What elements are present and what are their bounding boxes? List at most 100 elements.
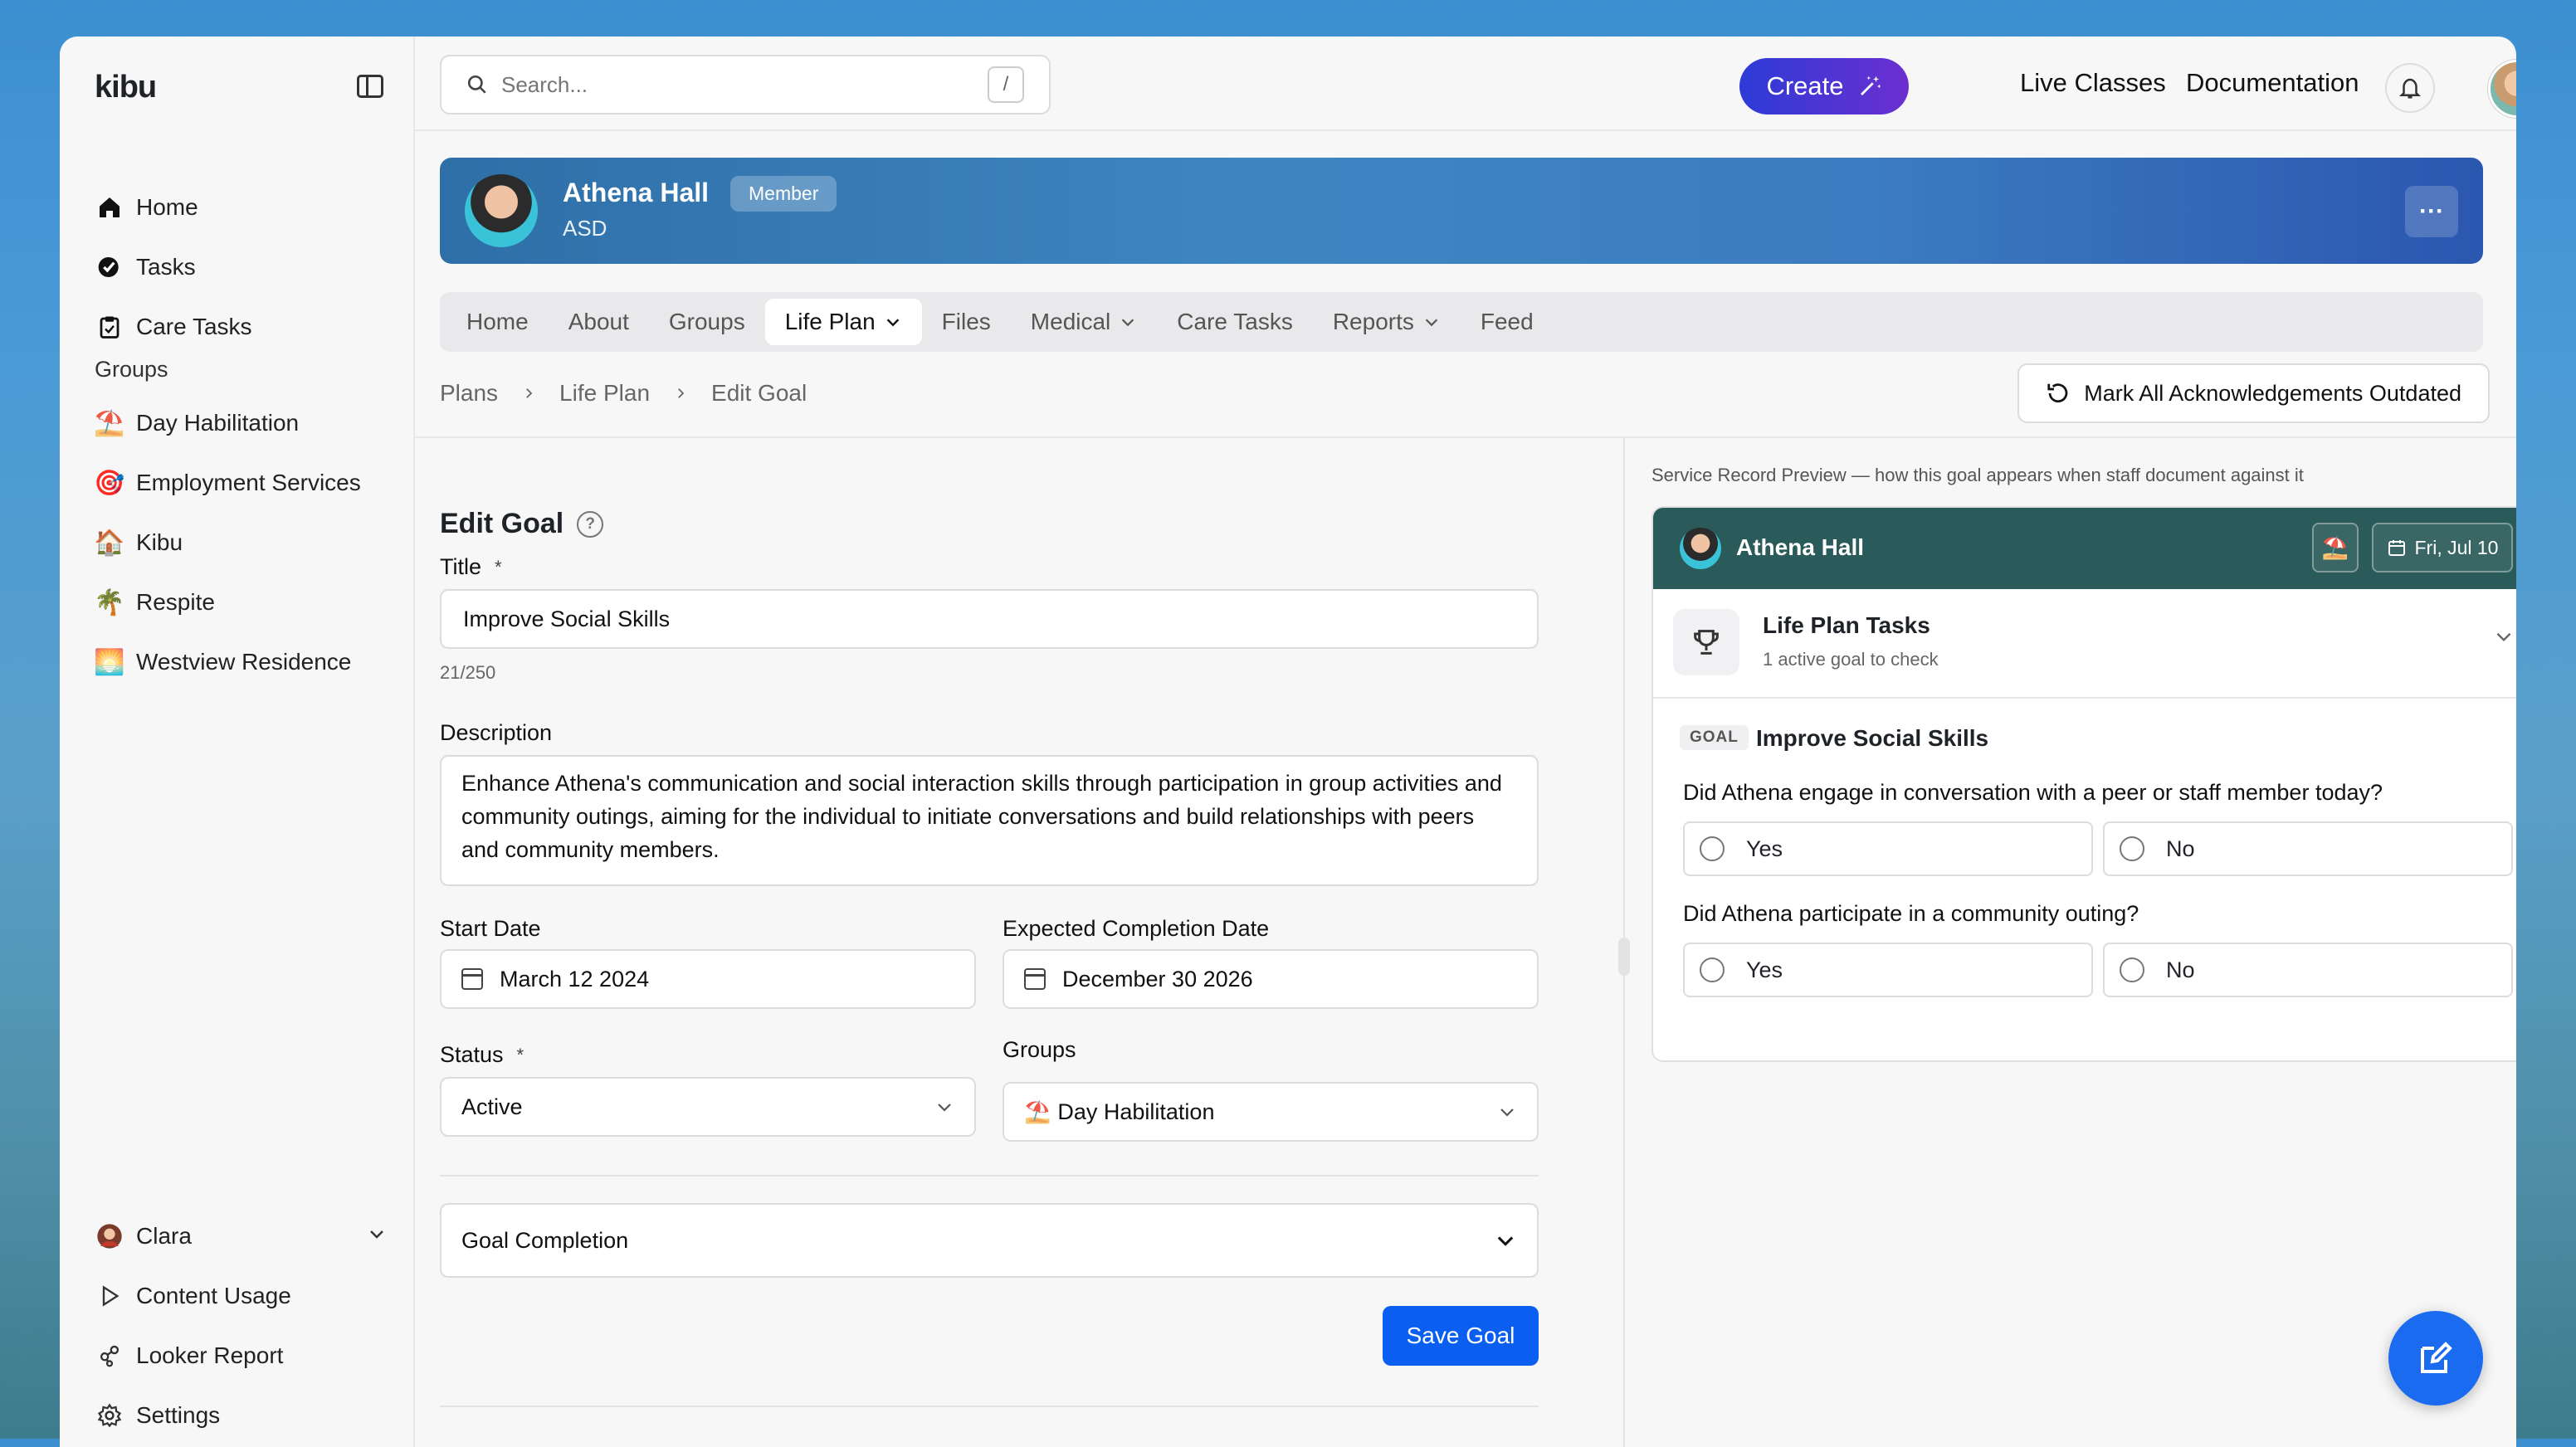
question-text: Did Athena engage in conversation with a… xyxy=(1683,780,2383,805)
title-field[interactable] xyxy=(440,589,1539,649)
tab-about[interactable]: About xyxy=(549,299,649,345)
start-date-picker[interactable]: March 12 2024 xyxy=(440,949,976,1009)
preview-caption: Service Record Preview — how this goal a… xyxy=(1651,465,2304,485)
divider xyxy=(440,1175,1539,1177)
chevron-down-icon xyxy=(367,1224,387,1250)
start-date-value: March 12 2024 xyxy=(500,966,650,991)
top-bar: / Create Live Classes Documentation xyxy=(413,37,2516,131)
profile-avatar[interactable] xyxy=(2488,60,2516,118)
save-goal-button[interactable]: Save Goal xyxy=(1383,1306,1539,1366)
section-subtitle: 1 active goal to check xyxy=(1763,649,1939,670)
groups-select[interactable]: ⛱️ Day Habilitation xyxy=(1003,1082,1539,1142)
answer-no-option[interactable]: No xyxy=(2103,943,2513,997)
sidebar-item-home[interactable]: Home xyxy=(95,184,198,231)
user-name: Clara xyxy=(136,1223,192,1249)
tab-label: Home xyxy=(466,309,529,334)
notifications-button[interactable] xyxy=(2385,63,2435,113)
sidebar-item-looker-report[interactable]: Looker Report xyxy=(95,1333,283,1379)
search-input[interactable] xyxy=(500,71,988,99)
clipboard-icon xyxy=(95,312,124,342)
completion-date-picker[interactable]: December 30 2026 xyxy=(1003,949,1539,1009)
description-field[interactable]: Enhance Athena's communication and socia… xyxy=(440,755,1539,886)
play-icon xyxy=(95,1281,124,1311)
description-textarea[interactable]: Enhance Athena's communication and socia… xyxy=(461,757,1517,884)
tasks-icon xyxy=(95,252,124,282)
sidebar-item-settings[interactable]: Settings xyxy=(95,1392,220,1439)
life-plan-tasks-section[interactable]: Life Plan Tasks 1 active goal to check xyxy=(1653,589,2516,699)
sidebar-item-label: Settings xyxy=(136,1402,221,1428)
sidebar-item-label: Looker Report xyxy=(136,1342,284,1368)
tab-files[interactable]: Files xyxy=(922,299,1011,345)
breadcrumb-life-plan[interactable]: Life Plan xyxy=(559,380,650,407)
main-content: / Create Live Classes Documentation Athe… xyxy=(413,37,2516,1447)
preview-date: Fri, Jul 10 xyxy=(2414,536,2499,558)
tab-reports[interactable]: Reports xyxy=(1313,299,1461,345)
umbrella-beach-icon: ⛱️ xyxy=(94,409,125,437)
preview-member-name: Athena Hall xyxy=(1736,534,1865,560)
documentation-link[interactable]: Documentation xyxy=(2186,68,2359,98)
status-value: Active xyxy=(461,1094,523,1119)
create-button[interactable]: Create xyxy=(1739,58,1909,114)
answer-yes-option[interactable]: Yes xyxy=(1683,821,2093,876)
sidebar-group-day-habilitation[interactable]: ⛱️ Day Habilitation xyxy=(94,400,299,446)
form-title-text: Edit Goal xyxy=(440,508,564,539)
title-char-counter: 21/250 xyxy=(440,662,496,683)
sidebar-item-label: Content Usage xyxy=(136,1283,291,1308)
tab-life-plan[interactable]: Life Plan xyxy=(764,299,922,345)
user-menu-clara[interactable]: Clara xyxy=(95,1213,387,1259)
sidebar-group-kibu[interactable]: 🏠 Kibu xyxy=(94,519,183,566)
goal-completion-accordion[interactable]: Goal Completion xyxy=(440,1203,1539,1278)
group-chip: ⛱️ xyxy=(2312,523,2359,572)
sidebar: kibu Home Tasks Care Tasks Groups ⛱️ Day… xyxy=(60,37,415,1447)
help-icon[interactable]: ? xyxy=(577,510,604,538)
status-label-text: Status xyxy=(440,1042,504,1067)
tab-groups[interactable]: Groups xyxy=(649,299,765,345)
profile-banner: Athena Hall Member ASD ··· xyxy=(440,158,2483,264)
goal-tag: GOAL xyxy=(1680,725,1749,750)
sidebar-group-employment-services[interactable]: 🎯 Employment Services xyxy=(94,460,361,506)
tab-medical[interactable]: Medical xyxy=(1011,299,1157,345)
mark-acknowledgements-outdated-button[interactable]: Mark All Acknowledgements Outdated xyxy=(2017,363,2490,423)
tab-label: Files xyxy=(941,309,991,334)
groups-section-label: Groups xyxy=(95,357,168,382)
tab-feed[interactable]: Feed xyxy=(1461,299,1554,345)
tab-care-tasks[interactable]: Care Tasks xyxy=(1157,299,1313,345)
live-classes-link[interactable]: Live Classes xyxy=(2020,68,2166,98)
sidebar-item-care-tasks[interactable]: Care Tasks xyxy=(95,304,252,350)
sidebar-item-label: Care Tasks xyxy=(136,314,252,339)
title-input[interactable] xyxy=(461,605,1517,633)
status-select[interactable]: Active xyxy=(440,1077,976,1137)
member-avatar xyxy=(1680,528,1721,569)
radio-button[interactable] xyxy=(2120,957,2144,982)
target-icon: 🎯 xyxy=(94,469,125,497)
profile-tabs: Home About Groups Life Plan Files Medica… xyxy=(440,292,2483,352)
edit-goal-form: Edit Goal ? Title * 21/250 Description E… xyxy=(440,438,1539,1447)
answer-yes-option[interactable]: Yes xyxy=(1683,943,2093,997)
radio-button[interactable] xyxy=(2120,836,2144,861)
tab-home[interactable]: Home xyxy=(446,299,549,345)
sidebar-item-label: Tasks xyxy=(136,254,196,280)
calendar-icon xyxy=(1024,968,1046,990)
sidebar-toggle-icon[interactable] xyxy=(357,75,383,98)
sidebar-item-tasks[interactable]: Tasks xyxy=(95,244,196,290)
house-icon: 🏠 xyxy=(94,529,125,557)
sidebar-group-westview-residence[interactable]: 🌅 Westview Residence xyxy=(94,639,351,685)
sidebar-item-label: Employment Services xyxy=(136,470,361,495)
resize-handle[interactable] xyxy=(1618,938,1630,976)
groups-label: Groups xyxy=(1003,1037,1076,1062)
palm-tree-icon: 🌴 xyxy=(94,588,125,616)
breadcrumb-plans[interactable]: Plans xyxy=(440,380,498,407)
sidebar-group-respite[interactable]: 🌴 Respite xyxy=(94,579,215,626)
radio-button[interactable] xyxy=(1700,957,1725,982)
search-box[interactable]: / xyxy=(440,55,1051,114)
answer-no-option[interactable]: No xyxy=(2103,821,2513,876)
radio-button[interactable] xyxy=(1700,836,1725,861)
kibu-logo[interactable]: kibu xyxy=(95,70,157,105)
more-options-button[interactable]: ··· xyxy=(2405,186,2458,237)
title-label: Title * xyxy=(440,554,502,580)
required-icon: * xyxy=(516,1044,524,1065)
compose-button[interactable] xyxy=(2388,1311,2483,1406)
chevron-down-icon xyxy=(938,1104,951,1112)
sidebar-item-content-usage[interactable]: Content Usage xyxy=(95,1273,291,1319)
member-avatar xyxy=(465,174,538,247)
